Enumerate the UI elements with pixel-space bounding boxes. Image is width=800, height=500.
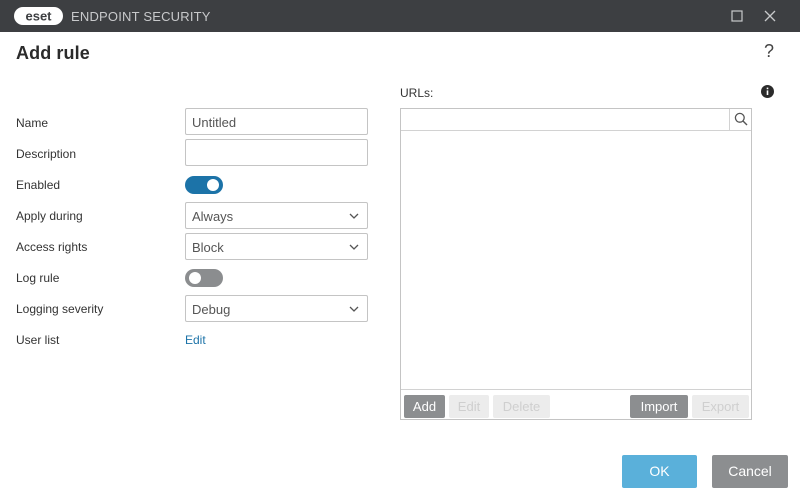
add-url-button[interactable]: Add — [404, 395, 445, 418]
urls-panel: Add Edit Delete Import Export — [400, 108, 752, 420]
url-list[interactable] — [401, 131, 751, 389]
url-list-toolbar: Add Edit Delete Import Export — [401, 389, 751, 419]
ok-button[interactable]: OK — [622, 455, 697, 488]
logging-severity-label: Logging severity — [16, 302, 104, 316]
enabled-label: Enabled — [16, 178, 61, 192]
name-field[interactable]: Untitled — [185, 108, 368, 135]
title-bar: eset ENDPOINT SECURITY — [0, 0, 800, 32]
edit-url-button[interactable]: Edit — [449, 395, 489, 418]
user-list-edit-link[interactable]: Edit — [185, 333, 206, 347]
search-button[interactable] — [729, 109, 751, 130]
log-rule-toggle[interactable] — [185, 269, 223, 287]
export-button[interactable]: Export — [692, 395, 749, 418]
description-label: Description — [16, 147, 77, 161]
page-title: Add rule — [16, 43, 90, 63]
toggle-knob — [189, 272, 201, 284]
help-icon[interactable]: ? — [764, 41, 774, 62]
enabled-toggle[interactable] — [185, 176, 223, 194]
delete-url-button[interactable]: Delete — [493, 395, 550, 418]
eset-logo: eset — [14, 7, 63, 25]
url-search-bar — [401, 109, 751, 131]
close-icon — [764, 10, 776, 22]
chevron-down-icon — [349, 213, 359, 219]
maximize-icon — [731, 10, 743, 22]
logging-severity-select[interactable]: Debug — [185, 295, 368, 322]
user-list-label: User list — [16, 333, 60, 347]
access-rights-select[interactable]: Block — [185, 233, 368, 260]
info-icon[interactable] — [761, 85, 774, 98]
name-value: Untitled — [192, 115, 237, 130]
logging-severity-value: Debug — [192, 302, 231, 317]
access-rights-value: Block — [192, 240, 224, 255]
logo-text: eset — [25, 9, 52, 24]
access-rights-label: Access rights — [16, 240, 88, 254]
cancel-button[interactable]: Cancel — [712, 455, 788, 488]
log-rule-label: Log rule — [16, 271, 60, 285]
name-label: Name — [16, 116, 49, 130]
url-search-input[interactable] — [401, 109, 729, 130]
apply-during-select[interactable]: Always — [185, 202, 368, 229]
toggle-knob — [207, 179, 219, 191]
app-title: ENDPOINT SECURITY — [71, 9, 211, 24]
maximize-button[interactable] — [729, 8, 745, 24]
close-button[interactable] — [762, 8, 778, 24]
description-field[interactable] — [185, 139, 368, 166]
chevron-down-icon — [349, 244, 359, 250]
search-icon — [734, 112, 748, 126]
chevron-down-icon — [349, 306, 359, 312]
import-button[interactable]: Import — [630, 395, 688, 418]
apply-during-value: Always — [192, 209, 234, 224]
apply-during-label: Apply during — [16, 209, 83, 223]
urls-label: URLs: — [400, 86, 434, 100]
